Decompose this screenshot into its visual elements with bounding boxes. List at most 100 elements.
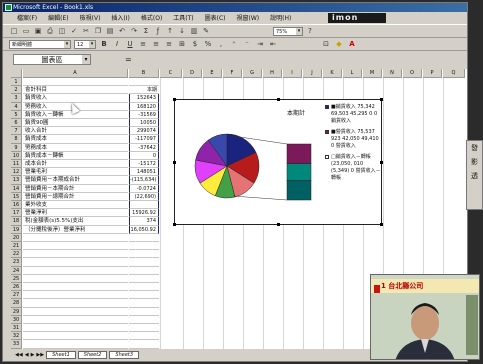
- row-header[interactable]: 3: [11, 94, 22, 103]
- menu-item[interactable]: 格式(O): [139, 13, 164, 22]
- cut-icon[interactable]: ✂: [81, 26, 91, 36]
- cell-account[interactable]: 業外收支: [23, 201, 128, 210]
- row-header[interactable]: 19: [11, 225, 22, 234]
- cell-value[interactable]: [129, 234, 159, 242]
- sort-desc-icon[interactable]: ↓: [177, 26, 187, 36]
- italic-icon[interactable]: I: [112, 39, 122, 49]
- function-icon[interactable]: ƒ: [153, 26, 163, 36]
- cell-value[interactable]: [129, 267, 159, 275]
- cell-value[interactable]: 168120: [129, 102, 159, 111]
- cell-value[interactable]: [129, 275, 159, 283]
- cell-account[interactable]: [23, 324, 128, 333]
- cell-value[interactable]: -117097: [129, 135, 159, 144]
- row-header[interactable]: 30: [11, 315, 22, 324]
- cell-value[interactable]: -(115,634): [129, 176, 159, 185]
- row-header[interactable]: 15: [11, 192, 22, 201]
- cell-account[interactable]: [23, 242, 128, 251]
- spell-icon[interactable]: ✓: [69, 26, 79, 36]
- bar-segment[interactable]: [286, 180, 312, 201]
- cell-value[interactable]: [129, 242, 159, 251]
- row-header[interactable]: 27: [11, 291, 22, 300]
- indent-icon[interactable]: ⇥: [255, 39, 265, 49]
- cell-value[interactable]: [129, 308, 159, 316]
- row-header[interactable]: 33: [11, 340, 22, 349]
- cell-value[interactable]: -31569: [129, 110, 159, 119]
- column-header[interactable]: Q: [443, 69, 465, 78]
- cell-value[interactable]: -15172: [129, 160, 159, 169]
- cell-value[interactable]: (22,690): [129, 192, 159, 201]
- cell-account[interactable]: [23, 316, 128, 324]
- cell-account[interactable]: 成本合計: [23, 160, 128, 169]
- cell-account[interactable]: 銷貨成本－轉帳: [23, 152, 128, 160]
- row-header[interactable]: 11: [11, 160, 22, 169]
- column-header[interactable]: E: [203, 69, 222, 78]
- cell-value[interactable]: 本期: [129, 86, 159, 95]
- column-header[interactable]: D: [183, 69, 202, 78]
- font-select[interactable]: 新細明體 ▾: [9, 39, 71, 49]
- menu-item[interactable]: 說明(H): [268, 13, 293, 22]
- column-header[interactable]: G: [243, 69, 262, 78]
- column-header[interactable]: K: [323, 69, 342, 78]
- menu-item[interactable]: 編輯(E): [46, 13, 70, 22]
- cell-value[interactable]: [129, 291, 159, 300]
- menu-item[interactable]: 檢視(V): [78, 13, 103, 22]
- paste-icon[interactable]: ▤: [105, 26, 115, 36]
- column-header[interactable]: A: [23, 69, 128, 78]
- tab-scroll-prev-icon[interactable]: ◀: [25, 352, 29, 358]
- row-header[interactable]: 25: [11, 274, 22, 283]
- cell-account[interactable]: [23, 340, 128, 349]
- cell-value[interactable]: 152643: [129, 94, 159, 103]
- row-header[interactable]: 16: [11, 201, 22, 210]
- cell-account[interactable]: 營業毛利: [23, 168, 128, 177]
- row-header[interactable]: 29: [11, 307, 22, 316]
- cell-account[interactable]: [23, 308, 128, 316]
- column-header[interactable]: H: [263, 69, 282, 78]
- column-header[interactable]: N: [383, 69, 402, 78]
- row-header[interactable]: 12: [11, 168, 22, 177]
- undo-icon[interactable]: ↶: [117, 26, 127, 36]
- tab-scroll-first-icon[interactable]: ◀◀: [15, 352, 23, 358]
- row-header[interactable]: 13: [11, 176, 22, 185]
- sheet-tab[interactable]: Sheet1: [46, 351, 76, 359]
- row-header[interactable]: 2: [11, 86, 22, 95]
- cell-value[interactable]: 15926.92: [129, 209, 159, 218]
- row-header[interactable]: 26: [11, 283, 22, 292]
- help-icon[interactable]: ?: [305, 26, 315, 36]
- column-header[interactable]: J: [303, 69, 322, 78]
- comma-icon[interactable]: ,: [216, 39, 226, 49]
- menu-item[interactable]: 工具(T): [171, 13, 195, 22]
- select-all-corner[interactable]: [11, 69, 22, 78]
- row-header[interactable]: 9: [11, 143, 22, 152]
- cell-account[interactable]: [23, 250, 128, 259]
- zoom-select[interactable]: 75% ▾: [273, 26, 303, 36]
- dec-decimal-icon[interactable]: ⁻: [242, 39, 252, 49]
- pie-chart[interactable]: 本期計 ■銷貨收入 75,342 69,503 45,295 0 0 銷貨收入 ■…: [173, 98, 383, 226]
- resize-handle[interactable]: [380, 98, 383, 101]
- column-header[interactable]: M: [363, 69, 382, 78]
- row-header[interactable]: 31: [11, 324, 22, 333]
- cell-value[interactable]: [129, 324, 159, 333]
- tab-scroll-next-icon[interactable]: ▶: [31, 352, 35, 358]
- cell-account[interactable]: [23, 332, 128, 341]
- resize-handle[interactable]: [380, 223, 383, 226]
- save-icon[interactable]: ▣: [33, 26, 43, 36]
- row-header[interactable]: 4: [11, 102, 22, 111]
- cell-account[interactable]: [23, 258, 128, 267]
- align-right-icon[interactable]: ≡: [164, 39, 174, 49]
- cell-account[interactable]: 稅(金額表(s)5.5%)支出: [23, 217, 128, 226]
- sheet-tab[interactable]: Sheet3: [109, 351, 140, 359]
- cell-value[interactable]: [129, 283, 159, 292]
- row-header[interactable]: 10: [11, 151, 22, 160]
- inc-decimal-icon[interactable]: ⁺: [229, 39, 239, 49]
- currency-icon[interactable]: $: [190, 39, 200, 49]
- row-header[interactable]: 17: [11, 209, 22, 218]
- borders-icon[interactable]: ⊡: [321, 39, 331, 49]
- bar-segment[interactable]: [286, 163, 312, 181]
- column-header[interactable]: O: [403, 69, 422, 78]
- side-panel-item[interactable]: 發: [467, 141, 482, 155]
- cell-account[interactable]: 營銷費用－總期合計: [23, 193, 128, 201]
- cell-value[interactable]: 10050: [129, 119, 159, 128]
- preview-icon[interactable]: ◫: [57, 26, 67, 36]
- row-header[interactable]: 21: [11, 242, 22, 251]
- cell-value[interactable]: -0.0724: [129, 184, 159, 193]
